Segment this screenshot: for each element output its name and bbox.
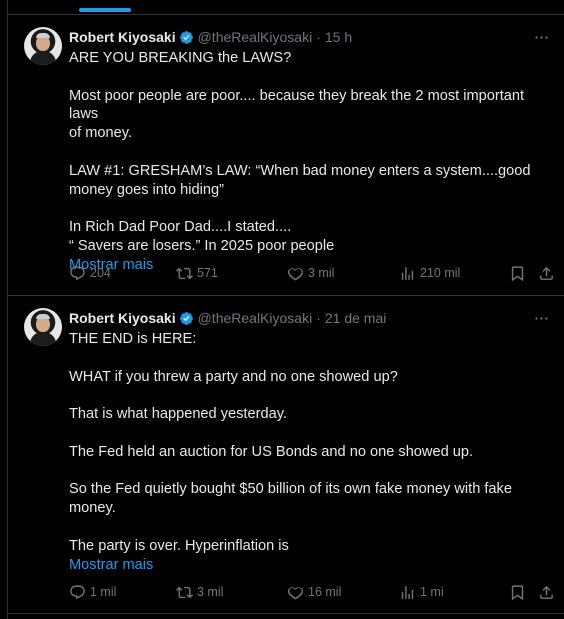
tweet-text: ARE YOU BREAKING the LAWS? Most poor peo…: [69, 49, 557, 275]
analytics-bars-icon: [401, 585, 414, 599]
reply-button[interactable]: 204: [69, 263, 111, 283]
text-line: The party is over. Hyperinflation is: [69, 537, 289, 554]
text-line: “ Savers are losers.” In 2025 poor peopl…: [69, 237, 335, 254]
reply-count: 204: [90, 266, 111, 280]
timeline-feed: Robert Kiyosaki @theRealKiyosaki · 15 h …: [7, 0, 564, 619]
like-button[interactable]: 16 mil: [287, 582, 341, 602]
avatar[interactable]: [24, 27, 62, 65]
author-handle[interactable]: @theRealKiyosaki: [198, 29, 313, 45]
timestamp[interactable]: 21 de mai: [325, 310, 386, 326]
text-line: The Fed held an auction for US Bonds and…: [69, 443, 474, 460]
text-line: WHAT if you threw a party and no one sho…: [69, 368, 398, 385]
active-tab-indicator: [79, 8, 131, 12]
tweet-text: THE END is HERE: WHAT if you threw a par…: [69, 330, 557, 574]
share-upload-icon: [540, 585, 553, 599]
repost-arrows-icon: [176, 267, 193, 279]
tweet[interactable]: Robert Kiyosaki @theRealKiyosaki · 21 de…: [8, 296, 564, 613]
like-count: 3 mil: [308, 266, 335, 280]
text-line: money.: [69, 500, 116, 517]
analytics-bars-icon: [401, 266, 414, 280]
tweet-header: Robert Kiyosaki @theRealKiyosaki · 15 h: [69, 27, 551, 47]
share-upload-icon: [540, 266, 553, 280]
more-dots-icon[interactable]: [531, 27, 551, 47]
author-handle[interactable]: @theRealKiyosaki: [198, 310, 313, 326]
views-button[interactable]: 1 mi: [399, 582, 444, 602]
tweet[interactable]: Robert Kiyosaki @theRealKiyosaki · 15 h …: [8, 15, 564, 295]
text-line: LAW #1: GRESHAM’s LAW: “When bad money e…: [69, 162, 531, 179]
bookmark-button[interactable]: [509, 263, 526, 283]
text-line: money goes into hiding”: [69, 181, 224, 198]
bookmark-icon: [511, 584, 524, 600]
text-line: In Rich Dad Poor Dad....I stated....: [69, 219, 292, 236]
author-name[interactable]: Robert Kiyosaki: [69, 29, 176, 45]
share-button[interactable]: [538, 263, 555, 283]
text-line: ARE YOU BREAKING the LAWS?: [69, 50, 292, 66]
verified-badge-icon: [179, 30, 193, 44]
timestamp[interactable]: 15 h: [325, 29, 352, 45]
more-dots-icon[interactable]: [531, 308, 551, 328]
bookmark-icon: [511, 265, 524, 281]
text-line: That is what happened yesterday.: [69, 406, 287, 423]
action-bar: 1 mil 3 mil 16 mil 1 mi: [69, 582, 557, 602]
reply-count: 1 mil: [90, 585, 117, 599]
heart-icon: [287, 586, 304, 599]
reply-bubble-icon: [70, 265, 85, 280]
verified-badge-icon: [179, 311, 193, 325]
bookmark-button[interactable]: [509, 582, 526, 602]
reply-bubble-icon: [70, 584, 85, 599]
text-line: THE END is HERE:: [69, 331, 197, 347]
divider: [8, 613, 564, 614]
repost-count: 571: [197, 266, 218, 280]
repost-button[interactable]: 571: [176, 263, 218, 283]
like-button[interactable]: 3 mil: [287, 263, 334, 283]
heart-icon: [287, 267, 304, 280]
show-more-link[interactable]: Mostrar mais: [69, 556, 557, 575]
view-count: 210 mil: [420, 266, 461, 280]
view-count: 1 mi: [420, 585, 444, 599]
share-button[interactable]: [538, 582, 555, 602]
separator: ·: [316, 29, 321, 45]
repost-arrows-icon: [176, 586, 193, 598]
text-line: Most poor people are poor.... because th…: [69, 87, 525, 123]
avatar[interactable]: [24, 308, 62, 346]
like-count: 16 mil: [308, 585, 342, 599]
repost-button[interactable]: 3 mil: [176, 582, 223, 602]
action-bar: 204 571 3 mil 210 mil: [69, 263, 557, 283]
views-button[interactable]: 210 mil: [399, 263, 460, 283]
text-line: So the Fed quietly bought $50 billion of…: [69, 481, 512, 498]
repost-count: 3 mil: [197, 585, 224, 599]
tweet-header: Robert Kiyosaki @theRealKiyosaki · 21 de…: [69, 308, 551, 328]
separator: ·: [316, 310, 321, 326]
text-line: of money.: [69, 125, 132, 142]
reply-button[interactable]: 1 mil: [69, 582, 116, 602]
author-name[interactable]: Robert Kiyosaki: [69, 310, 176, 326]
